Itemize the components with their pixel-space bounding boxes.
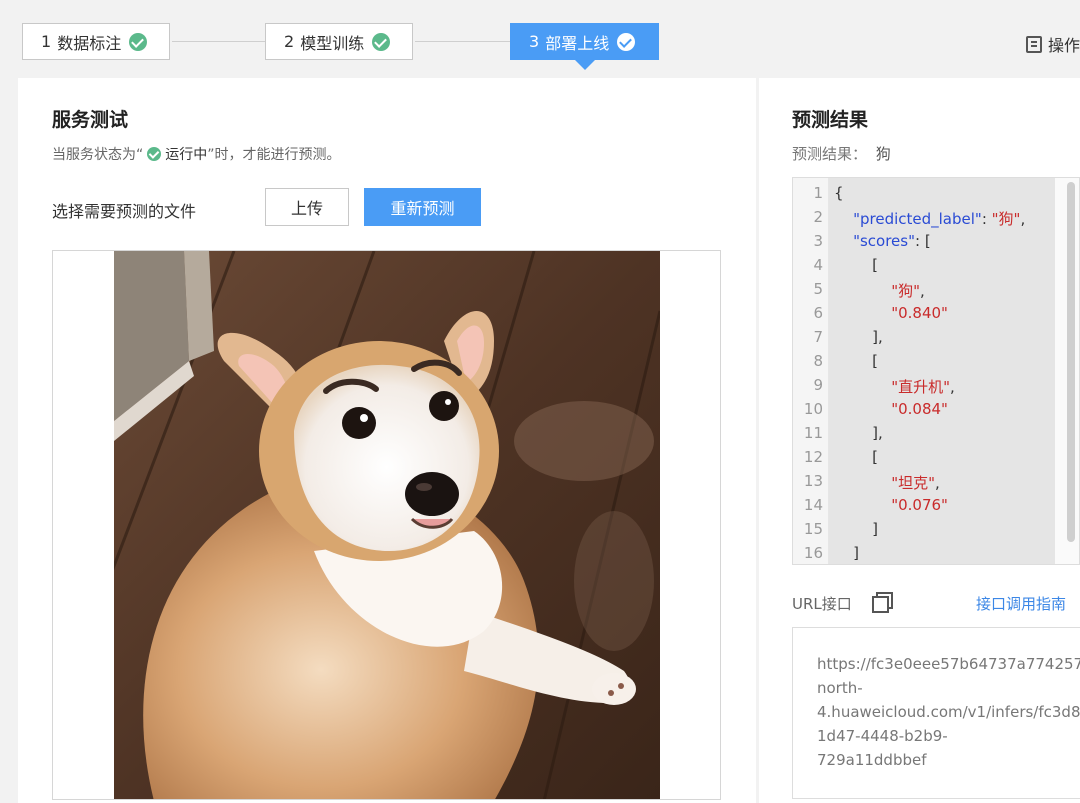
code-line: "坦克",: [891, 474, 940, 492]
step-number: 1: [41, 32, 52, 51]
code-line: "直升机",: [891, 378, 955, 396]
step-label: 数据标注: [57, 33, 122, 53]
check-circle-icon: [147, 147, 162, 161]
line-number: 1: [813, 184, 823, 202]
code-line: ],: [834, 424, 883, 442]
operations-label: 操作: [1047, 36, 1080, 55]
active-step-pointer: [575, 60, 595, 70]
code-line: ]: [834, 520, 878, 538]
code-line: [: [834, 352, 878, 370]
json-viewer[interactable]: 1 2 3 4 5 6 7 8 9 10 11 12 13 14 15 16{ "predicted_labe…: [792, 177, 1080, 565]
code-line: [: [834, 448, 878, 466]
hint-prefix: 当服务状态为“: [52, 147, 144, 163]
line-number: 9: [813, 376, 823, 394]
url-line: 1d47-4448-b2b9-: [817, 727, 948, 745]
step-connector: [415, 41, 510, 42]
code-line: "狗",: [891, 282, 925, 300]
step-connector: [172, 41, 265, 42]
url-line: north-: [817, 679, 863, 697]
line-number: 12: [803, 448, 823, 466]
service-status-hint: 当服务状态为“ 运行中 ”时，才能进行预测。: [52, 144, 341, 164]
stepper: 1 数据标注 2 模型训练 3 部署上线 操作: [0, 0, 1080, 78]
step-number: 3: [529, 32, 540, 51]
line-number: 7: [813, 328, 823, 346]
line-number: 11: [803, 424, 823, 442]
result-label: 预测结果：: [792, 145, 868, 163]
code-line: {: [834, 184, 844, 202]
check-circle-icon: [372, 32, 391, 51]
line-number: 15: [803, 520, 823, 538]
code-line: ]: [834, 544, 859, 562]
prediction-title: 预测结果: [792, 109, 869, 131]
prediction-summary: 预测结果： 狗: [792, 143, 891, 164]
vertical-scrollbar[interactable]: [1067, 182, 1075, 542]
image-preview: [52, 250, 721, 800]
prediction-panel: 预测结果 预测结果： 狗 1 2 3 4 5 6 7 8 9 10 11 12 13 14 15 16{ "p…: [759, 78, 1080, 803]
service-test-panel: 服务测试 当服务状态为“ 运行中 ”时，才能进行预测。 选择需要预测的文件 上传…: [18, 78, 756, 803]
hint-status: 运行中: [165, 147, 208, 163]
upload-button[interactable]: 上传: [265, 188, 349, 226]
code-line: "0.076": [891, 496, 948, 514]
code-line: "scores": [: [853, 232, 931, 250]
api-guide-link[interactable]: 接口调用指南: [976, 593, 1066, 614]
dog-photo: [114, 251, 660, 799]
code-line: "0.084": [891, 400, 948, 418]
url-line: https://fc3e0eee57b64737a774257: [817, 655, 1080, 673]
hint-suffix: ”时，才能进行预测。: [207, 147, 341, 163]
step-model-training[interactable]: 2 模型训练: [265, 23, 413, 60]
code-line: ],: [834, 328, 883, 346]
step-data-labeling[interactable]: 1 数据标注: [22, 23, 170, 60]
url-line: 729a11ddbbef: [817, 751, 927, 769]
edit-icon: [1025, 35, 1042, 53]
line-number: 14: [803, 496, 823, 514]
line-number: 5: [813, 280, 823, 298]
line-number: 6: [813, 304, 823, 322]
line-number: 16: [803, 544, 823, 562]
copy-icon[interactable]: [872, 592, 893, 613]
file-select-label: 选择需要预测的文件: [52, 202, 197, 221]
code-line: "0.840": [891, 304, 948, 322]
line-number: 2: [813, 208, 823, 226]
line-number: 10: [803, 400, 823, 418]
code-line: [: [834, 256, 878, 274]
step-label: 模型训练: [300, 33, 365, 53]
step-deploy[interactable]: 3 部署上线: [510, 23, 659, 60]
url-label: URL接口: [792, 595, 852, 613]
line-number: 8: [813, 352, 823, 370]
url-row: URL接口 接口调用指南: [792, 592, 1080, 614]
code-line: "predicted_label": "狗",: [853, 210, 1026, 228]
service-test-title: 服务测试: [52, 109, 129, 131]
result-value: 狗: [875, 145, 891, 163]
step-label: 部署上线: [545, 33, 610, 53]
line-number: 3: [813, 232, 823, 250]
line-number: 13: [803, 472, 823, 490]
operations-button[interactable]: 操作: [1025, 32, 1080, 56]
check-circle-icon: [617, 32, 636, 51]
url-textbox[interactable]: https://fc3e0eee57b64737a774257 north- 4…: [792, 627, 1080, 799]
step-number: 2: [284, 32, 295, 51]
url-line: 4.huaweicloud.com/v1/infers/fc3d8: [817, 703, 1080, 721]
line-number: 4: [813, 256, 823, 274]
repredict-button[interactable]: 重新预测: [364, 188, 481, 226]
check-circle-icon: [129, 32, 148, 51]
